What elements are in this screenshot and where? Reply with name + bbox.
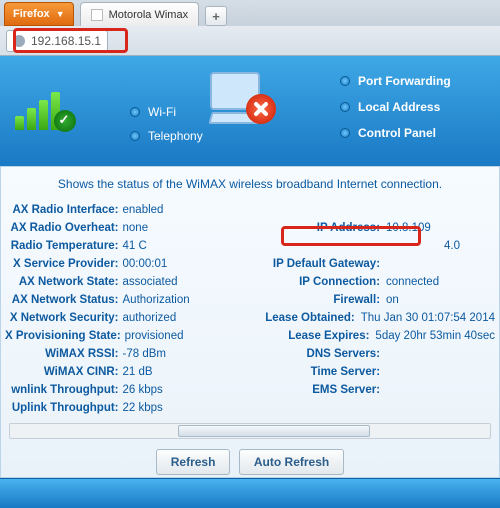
status-graphic [0,56,90,166]
intro-text: Shows the status of the WiMAX wireless b… [1,167,499,201]
label: AX Radio Interface: [5,204,123,216]
bullet-icon [130,131,140,141]
status-col-right: x IP Address:10.8.109 IP Subnet Mask:4.0… [240,201,499,417]
auto-refresh-button[interactable]: Auto Refresh [239,449,344,475]
bullet-icon [340,76,350,86]
disconnected-graphic [200,66,290,136]
tab-active[interactable]: Motorola Wimax [80,2,199,26]
bullet-icon [340,102,350,112]
browser-tabstrip: Firefox ▼ Motorola Wimax + [0,0,500,26]
status-col-left: AX Radio Interface:enabled AX Radio Over… [1,201,240,417]
globe-icon [13,35,25,47]
scrollbar-thumb[interactable] [178,425,370,437]
url-text: 192.168.15.1 [31,34,101,48]
firefox-menu-button[interactable]: Firefox ▼ [4,2,74,26]
nav-port-forwarding[interactable]: Port Forwarding [340,68,500,94]
refresh-button[interactable]: Refresh [156,449,231,475]
tab-title: Motorola Wimax [109,9,188,21]
url-input[interactable]: 192.168.15.1 [6,30,108,52]
status-grid: AX Radio Interface:enabled AX Radio Over… [1,201,499,417]
new-tab-button[interactable]: + [205,6,227,26]
bullet-icon [340,128,350,138]
status-panel: Shows the status of the WiMAX wireless b… [0,166,500,478]
plus-icon: + [212,9,220,24]
chevron-down-icon: ▼ [56,9,65,19]
footer-band [0,478,500,508]
error-x-icon [246,94,276,124]
firefox-label: Firefox [13,8,50,20]
page-header: Wi-Fi Telephony Port Forwarding Local Ad… [0,56,500,166]
page-icon [91,9,103,21]
button-row: Refresh Auto Refresh [1,439,499,477]
header-links-right: Port Forwarding Local Address Control Pa… [340,56,500,166]
value: enabled [123,204,237,216]
bullet-icon [130,107,140,117]
url-bar-row: 192.168.15.1 [0,26,500,56]
signal-bars-icon [15,92,60,130]
check-circle-icon [54,110,76,132]
nav-local-address[interactable]: Local Address [340,94,500,120]
horizontal-scrollbar[interactable] [9,423,491,439]
nav-control-panel[interactable]: Control Panel [340,120,500,146]
